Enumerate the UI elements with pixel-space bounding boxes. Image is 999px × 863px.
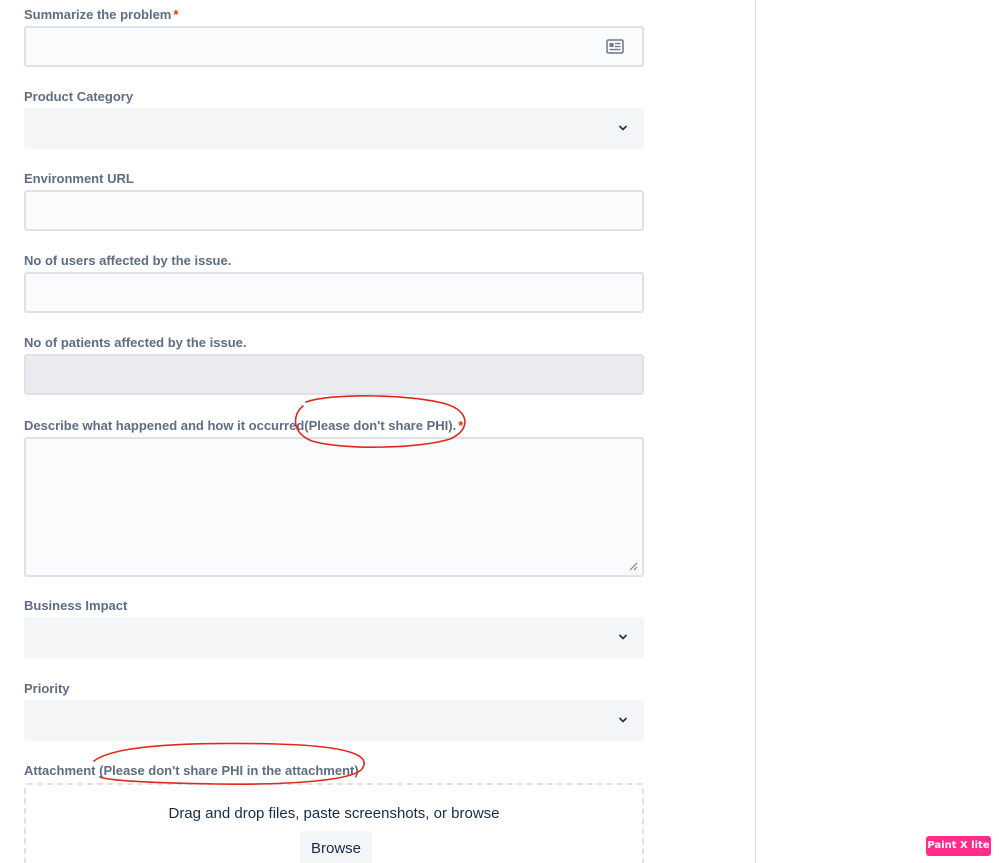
summary-label-text: Summarize the problem bbox=[24, 7, 172, 22]
summary-field[interactable] bbox=[24, 26, 644, 67]
required-asterisk: * bbox=[458, 418, 464, 433]
patients-affected-label: No of patients affected by the issue. bbox=[24, 335, 247, 350]
chevron-down-icon[interactable] bbox=[618, 632, 628, 642]
dropzone-instructions: Drag and drop files, paste screenshots, … bbox=[168, 805, 500, 822]
users-affected-label: No of users affected by the issue. bbox=[24, 253, 232, 268]
request-form: Summarize the problem * Product Category … bbox=[0, 0, 756, 863]
attachment-label-text: Attachment bbox=[24, 763, 96, 778]
users-affected-input[interactable] bbox=[26, 274, 642, 311]
environment-url-field[interactable] bbox=[24, 190, 644, 231]
required-asterisk: * bbox=[173, 7, 179, 22]
summary-label: Summarize the problem * bbox=[24, 7, 178, 22]
chevron-down-icon[interactable] bbox=[618, 715, 628, 725]
summary-input[interactable] bbox=[26, 28, 642, 65]
environment-url-label: Environment URL bbox=[24, 171, 134, 186]
description-textarea[interactable] bbox=[26, 439, 642, 575]
product-category-label: Product Category bbox=[24, 89, 134, 104]
watermark-badge: Paint X lite bbox=[926, 836, 991, 856]
browse-button[interactable]: Browse bbox=[300, 831, 372, 863]
patients-affected-input bbox=[26, 356, 642, 393]
patients-affected-field bbox=[24, 354, 644, 395]
environment-url-input[interactable] bbox=[26, 192, 642, 229]
attachment-label: Attachment (Please don't share PHI in th… bbox=[24, 763, 359, 778]
product-category-select[interactable] bbox=[24, 108, 644, 149]
users-affected-field[interactable] bbox=[24, 272, 644, 313]
description-field[interactable] bbox=[24, 437, 644, 577]
description-label: Describe what happened and how it occurr… bbox=[24, 418, 463, 433]
business-impact-label: Business Impact bbox=[24, 598, 128, 613]
priority-select[interactable] bbox=[24, 700, 644, 741]
chevron-down-icon[interactable] bbox=[618, 123, 628, 133]
side-panel bbox=[757, 0, 999, 863]
attachment-dropzone[interactable]: Drag and drop files, paste screenshots, … bbox=[24, 783, 644, 863]
description-label-text: Describe what happened and how it occurr… bbox=[24, 418, 305, 433]
priority-label: Priority bbox=[24, 681, 70, 696]
id-card-icon[interactable] bbox=[606, 39, 624, 54]
attachment-phi-note: (Please don't share PHI in the attachmen… bbox=[99, 763, 359, 778]
resize-grip-icon[interactable] bbox=[629, 562, 638, 571]
business-impact-select[interactable] bbox=[24, 617, 644, 658]
description-phi-note: (Please don't share PHI). bbox=[304, 418, 457, 433]
